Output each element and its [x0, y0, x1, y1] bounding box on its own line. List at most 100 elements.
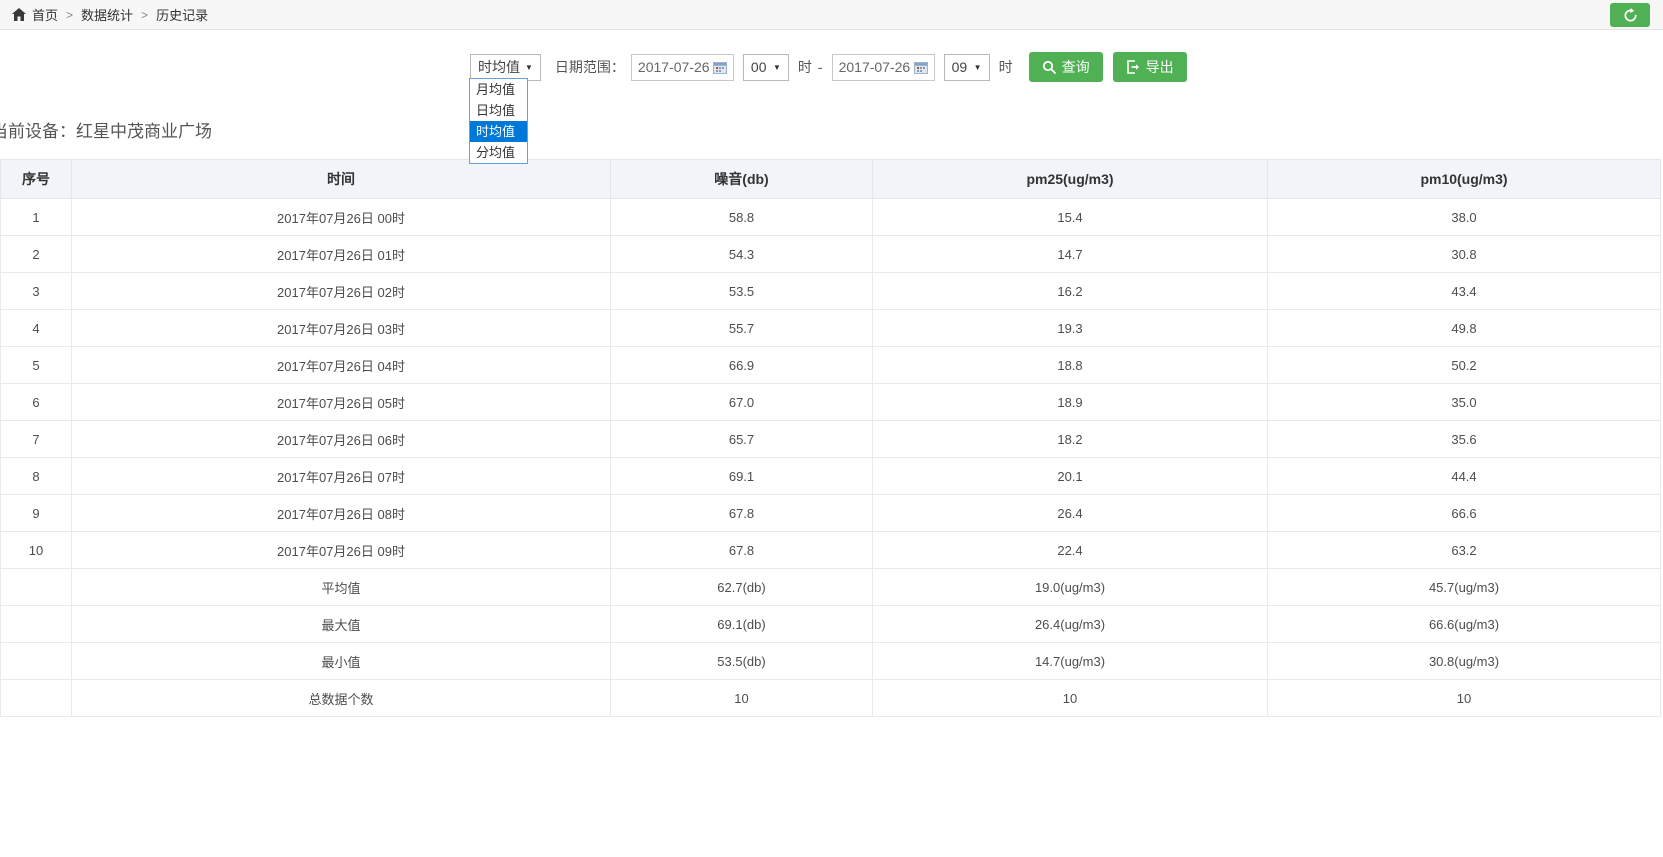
interval-select-value: 时均值	[478, 57, 520, 77]
query-button[interactable]: 查询	[1029, 52, 1103, 82]
table-cell: 10	[873, 680, 1268, 717]
table-cell: 最大值	[72, 606, 611, 643]
table-cell: 1	[1, 199, 72, 236]
refresh-button[interactable]	[1610, 3, 1650, 27]
table-cell: 30.8	[1268, 236, 1661, 273]
export-button-label: 导出	[1146, 57, 1174, 77]
table-cell: 38.0	[1268, 199, 1661, 236]
calendar-icon[interactable]	[713, 61, 727, 74]
home-icon	[12, 8, 26, 21]
header-time: 时间	[72, 160, 611, 199]
breadcrumb: 首页 > 数据统计 > 历史记录	[0, 0, 1663, 30]
range-separator: -	[818, 59, 823, 75]
table-cell: 63.2	[1268, 532, 1661, 569]
table-cell: 2017年07月26日 07时	[72, 458, 611, 495]
table-cell: 2017年07月26日 06时	[72, 421, 611, 458]
table-cell	[1, 569, 72, 606]
table-cell: 10	[1, 532, 72, 569]
table-cell: 26.4(ug/m3)	[873, 606, 1268, 643]
table-cell: 65.7	[611, 421, 873, 458]
end-hour-select[interactable]: 09 ▼	[944, 54, 990, 81]
table-cell	[1, 680, 72, 717]
dropdown-option-hourly[interactable]: 时均值	[470, 121, 527, 142]
table-cell	[1, 606, 72, 643]
table-cell: 35.6	[1268, 421, 1661, 458]
chevron-down-icon: ▼	[525, 63, 533, 72]
table-cell: 4	[1, 310, 72, 347]
table-cell: 8	[1, 458, 72, 495]
table-row: 52017年07月26日 04时66.918.850.2	[1, 347, 1661, 384]
hour-unit-label: 时	[798, 57, 812, 77]
table-cell: 53.5	[611, 273, 873, 310]
export-button[interactable]: 导出	[1113, 52, 1187, 82]
table-cell: 69.1	[611, 458, 873, 495]
table-row: 62017年07月26日 05时67.018.935.0	[1, 384, 1661, 421]
dropdown-option-minutely[interactable]: 分均值	[470, 142, 527, 163]
table-cell: 5	[1, 347, 72, 384]
table-cell: 2017年07月26日 00时	[72, 199, 611, 236]
table-cell: 18.2	[873, 421, 1268, 458]
header-index: 序号	[1, 160, 72, 199]
table-cell: 14.7(ug/m3)	[873, 643, 1268, 680]
table-cell: 19.3	[873, 310, 1268, 347]
table-cell: 53.5(db)	[611, 643, 873, 680]
table-cell: 总数据个数	[72, 680, 611, 717]
table-cell: 44.4	[1268, 458, 1661, 495]
table-cell: 35.0	[1268, 384, 1661, 421]
refresh-icon	[1623, 8, 1638, 23]
table-cell: 18.9	[873, 384, 1268, 421]
calendar-icon[interactable]	[914, 61, 928, 74]
end-date-input[interactable]: 2017-07-26	[832, 54, 935, 81]
end-date-value: 2017-07-26	[839, 59, 911, 75]
export-icon	[1126, 60, 1140, 74]
table-cell: 30.8(ug/m3)	[1268, 643, 1661, 680]
table-cell: 2	[1, 236, 72, 273]
table-row: 92017年07月26日 08时67.826.466.6	[1, 495, 1661, 532]
summary-row: 平均值62.7(db)19.0(ug/m3)45.7(ug/m3)	[1, 569, 1661, 606]
start-date-input[interactable]: 2017-07-26	[631, 54, 734, 81]
summary-row: 总数据个数101010	[1, 680, 1661, 717]
summary-row: 最大值69.1(db)26.4(ug/m3)66.6(ug/m3)	[1, 606, 1661, 643]
table-cell: 2017年07月26日 03时	[72, 310, 611, 347]
query-toolbar: 时均值 ▼ 日期范围： 2017-07-26 00 ▼ 时 - 2017-07-…	[470, 52, 1187, 82]
table-cell: 54.3	[611, 236, 873, 273]
breadcrumb-separator: >	[141, 8, 148, 22]
table-header-row: 序号 时间 噪音(db) pm25(ug/m3) pm10(ug/m3)	[1, 160, 1661, 199]
table-cell: 2017年07月26日 04时	[72, 347, 611, 384]
table-body: 12017年07月26日 00时58.815.438.022017年07月26日…	[1, 199, 1661, 717]
breadcrumb-separator: >	[66, 8, 73, 22]
search-icon	[1042, 60, 1056, 74]
header-noise: 噪音(db)	[611, 160, 873, 199]
date-range-label: 日期范围：	[555, 57, 625, 77]
table-cell: 50.2	[1268, 347, 1661, 384]
history-table: 序号 时间 噪音(db) pm25(ug/m3) pm10(ug/m3) 120…	[0, 159, 1661, 717]
table-cell: 20.1	[873, 458, 1268, 495]
table-cell: 7	[1, 421, 72, 458]
start-date-value: 2017-07-26	[638, 59, 710, 75]
table-row: 22017年07月26日 01时54.314.730.8	[1, 236, 1661, 273]
table-row: 102017年07月26日 09时67.822.463.2	[1, 532, 1661, 569]
table-cell: 26.4	[873, 495, 1268, 532]
table-cell: 62.7(db)	[611, 569, 873, 606]
table-cell: 平均值	[72, 569, 611, 606]
table-cell: 45.7(ug/m3)	[1268, 569, 1661, 606]
breadcrumb-item-statistics[interactable]: 数据统计	[81, 5, 133, 24]
table-cell: 69.1(db)	[611, 606, 873, 643]
breadcrumb-item-home[interactable]: 首页	[32, 5, 58, 24]
start-hour-select[interactable]: 00 ▼	[743, 54, 789, 81]
table-cell: 66.6	[1268, 495, 1661, 532]
table-cell: 14.7	[873, 236, 1268, 273]
table-cell: 15.4	[873, 199, 1268, 236]
table-cell: 18.8	[873, 347, 1268, 384]
table-cell: 2017年07月26日 09时	[72, 532, 611, 569]
query-button-label: 查询	[1062, 57, 1090, 77]
interval-select[interactable]: 时均值 ▼	[470, 54, 541, 81]
dropdown-option-daily[interactable]: 日均值	[470, 100, 527, 121]
table-cell: 3	[1, 273, 72, 310]
table-cell: 58.8	[611, 199, 873, 236]
interval-select-dropdown: 月均值 日均值 时均值 分均值	[469, 78, 528, 164]
dropdown-option-monthly[interactable]: 月均值	[470, 79, 527, 100]
start-hour-value: 00	[751, 59, 767, 75]
summary-row: 最小值53.5(db)14.7(ug/m3)30.8(ug/m3)	[1, 643, 1661, 680]
table-cell: 10	[1268, 680, 1661, 717]
